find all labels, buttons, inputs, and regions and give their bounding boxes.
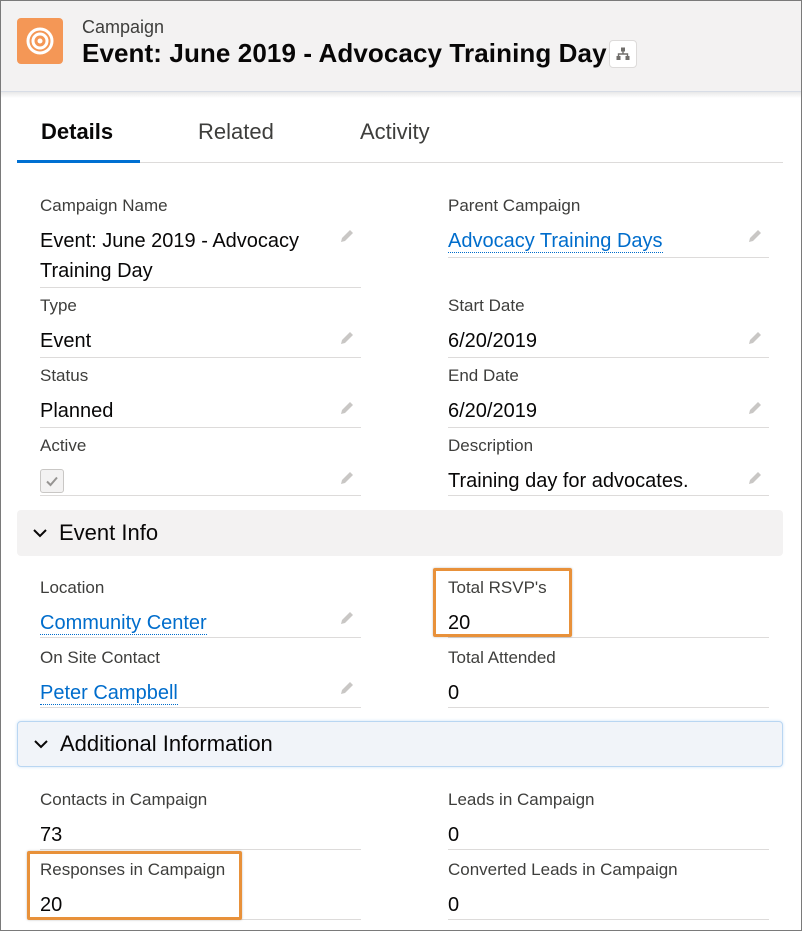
field-value: Event: June 2019 - Advocacy Training Day <box>40 226 299 286</box>
field-location: Location Community Center <box>40 578 361 638</box>
edit-pencil-icon[interactable] <box>745 468 765 488</box>
field-end-date: End Date 6/20/2019 <box>448 366 769 428</box>
object-label: Campaign <box>82 17 165 37</box>
campaign-name-line-1: Event: June 2019 - Advocacy <box>40 230 300 252</box>
edit-pencil-icon[interactable] <box>337 608 357 628</box>
tab-details[interactable]: Details <box>41 119 113 145</box>
section-event-info[interactable]: Event Info <box>17 510 783 556</box>
edit-pencil-icon[interactable] <box>745 328 765 348</box>
campaign-name-line-2: Training Day <box>40 260 153 282</box>
field-value: Planned <box>40 400 114 422</box>
field-leads-in-campaign: Leads in Campaign 0 <box>448 790 769 850</box>
parent-campaign-link[interactable]: Advocacy Training Days <box>448 230 663 253</box>
campaign-target-icon <box>17 18 63 64</box>
field-label: On Site Contact <box>40 648 161 667</box>
field-label: Total Attended <box>448 648 556 667</box>
field-label: Location <box>40 578 105 597</box>
field-label: Type <box>40 296 77 315</box>
field-value: Training day for advocates. <box>448 470 689 492</box>
field-value: Advocacy Training Days <box>448 226 663 256</box>
edit-pencil-icon[interactable] <box>337 398 357 418</box>
hierarchy-icon <box>616 47 630 60</box>
record-page: Campaign Event: June 2019 - Advocacy Tra… <box>0 0 802 931</box>
field-active: Active <box>40 436 361 496</box>
field-converted-leads-in-campaign: Converted Leads in Campaign 0 <box>448 860 769 920</box>
highlight-total-rsvps <box>433 568 572 637</box>
field-label: Parent Campaign <box>448 196 581 215</box>
section-additional-information[interactable]: Additional Information <box>17 721 783 767</box>
field-value: 6/20/2019 <box>448 330 537 352</box>
field-contacts-in-campaign: Contacts in Campaign 73 <box>40 790 361 850</box>
tab-activity[interactable]: Activity <box>360 119 430 145</box>
field-label: Converted Leads in Campaign <box>448 860 678 879</box>
field-label: Leads in Campaign <box>448 790 595 809</box>
field-description: Description Training day for advocates. <box>448 436 769 496</box>
field-label: Description <box>448 436 534 455</box>
active-tab-indicator <box>17 160 140 163</box>
field-label: Status <box>40 366 89 385</box>
view-hierarchy-button[interactable] <box>609 40 637 68</box>
field-value: 73 <box>40 824 63 846</box>
edit-pencil-icon[interactable] <box>337 226 357 246</box>
field-label: End Date <box>448 366 519 385</box>
field-value: Event <box>40 330 92 352</box>
field-on-site-contact: On Site Contact Peter Campbell <box>40 648 361 708</box>
chevron-down-icon <box>33 529 47 538</box>
section-title: Event Info <box>59 520 159 545</box>
field-label: Contacts in Campaign <box>40 790 208 809</box>
field-status: Status Planned <box>40 366 361 428</box>
field-label: Active <box>40 436 87 455</box>
edit-pencil-icon[interactable] <box>337 678 357 698</box>
location-link[interactable]: Community Center <box>40 612 207 635</box>
field-value: Community Center <box>40 608 207 638</box>
tab-related[interactable]: Related <box>198 119 274 145</box>
field-value: Peter Campbell <box>40 678 178 708</box>
field-value: 6/20/2019 <box>448 400 537 422</box>
page-title: Event: June 2019 - Advocacy Training Day <box>82 38 607 68</box>
active-checkbox <box>40 469 64 493</box>
section-title: Additional Information <box>60 731 273 756</box>
record-tabs: Details Related Activity <box>17 105 783 163</box>
field-value: 0 <box>448 824 460 846</box>
field-parent-campaign: Parent Campaign Advocacy Training Days <box>448 196 769 258</box>
field-value: 0 <box>448 894 460 916</box>
edit-pencil-icon[interactable] <box>745 226 765 246</box>
field-label: Start Date <box>448 296 525 315</box>
field-value: 0 <box>448 682 460 704</box>
field-label: Campaign Name <box>40 196 168 215</box>
checkmark-icon <box>46 476 58 487</box>
edit-pencil-icon[interactable] <box>337 468 357 488</box>
on-site-contact-link[interactable]: Peter Campbell <box>40 682 178 705</box>
edit-pencil-icon[interactable] <box>337 328 357 348</box>
edit-pencil-icon[interactable] <box>745 398 765 418</box>
field-type: Type Event <box>40 296 361 358</box>
page-header: Campaign Event: June 2019 - Advocacy Tra… <box>1 1 801 98</box>
highlight-responses-in-campaign <box>27 851 242 920</box>
field-start-date: Start Date 6/20/2019 <box>448 296 769 358</box>
field-campaign-name: Campaign Name Event: June 2019 - Advocac… <box>40 196 361 288</box>
chevron-down-icon <box>34 740 48 749</box>
field-total-attended: Total Attended 0 <box>448 648 769 708</box>
